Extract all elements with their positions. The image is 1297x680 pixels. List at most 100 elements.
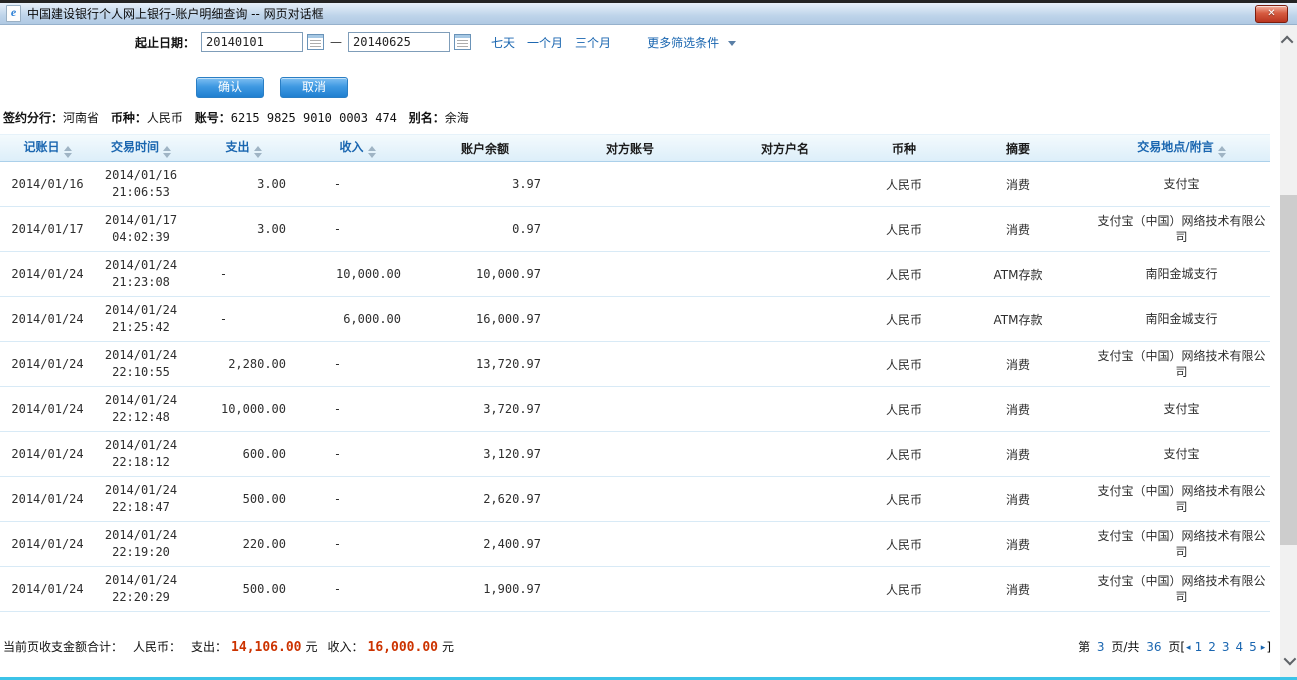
txn-date-line: 2014/01/24 xyxy=(95,527,187,544)
start-date-input[interactable] xyxy=(201,32,303,52)
range-link-3months[interactable]: 三个月 xyxy=(575,34,611,51)
cell-currency: 人民币 xyxy=(865,477,943,522)
scrollbar-thumb[interactable] xyxy=(1280,195,1297,545)
range-link-7days[interactable]: 七天 xyxy=(491,34,515,51)
cell-out: - xyxy=(187,297,300,342)
page-link-5[interactable]: 5 xyxy=(1249,640,1257,654)
account-number-label: 账号： xyxy=(195,111,231,125)
cell-post-date: 2014/01/24 xyxy=(0,477,95,522)
chevron-up-icon xyxy=(1281,35,1294,48)
calendar-icon[interactable] xyxy=(307,34,324,50)
cell-counter-name xyxy=(705,162,865,207)
cell-summary: 消费 xyxy=(943,477,1093,522)
column-header-out[interactable]: 支出 xyxy=(187,135,300,162)
cell-post-date: 2014/01/24 xyxy=(0,432,95,477)
cell-currency: 人民币 xyxy=(865,567,943,612)
cell-post-date: 2014/01/24 xyxy=(0,297,95,342)
cell-place: 支付宝 xyxy=(1093,162,1270,207)
txn-time-line: 22:18:47 xyxy=(95,499,187,516)
column-header-in[interactable]: 收入 xyxy=(300,135,415,162)
cell-counter-account xyxy=(555,432,705,477)
cell-out: 500.00 xyxy=(187,477,300,522)
cell-counter-account xyxy=(555,477,705,522)
cell-place: 支付宝（中国）网络技术有限公司 xyxy=(1093,477,1270,522)
page-link-3[interactable]: 3 xyxy=(1222,640,1230,654)
column-header-txn-time[interactable]: 交易时间 xyxy=(95,135,187,162)
calendar-icon[interactable] xyxy=(454,34,471,50)
scroll-up-button[interactable] xyxy=(1280,31,1297,49)
cell-counter-name xyxy=(705,207,865,252)
totals-out-label: 支出： xyxy=(191,640,227,654)
txn-date-line: 2014/01/24 xyxy=(95,347,187,364)
txn-date-line: 2014/01/16 xyxy=(95,167,187,184)
cell-post-date: 2014/01/24 xyxy=(0,252,95,297)
chevron-down-icon xyxy=(1284,652,1297,665)
column-header-summary: 摘要 xyxy=(943,135,1093,162)
column-header-counter-name: 对方户名 xyxy=(705,135,865,162)
prev-page-icon[interactable]: ◂ xyxy=(1186,643,1191,653)
column-header-balance: 账户余额 xyxy=(415,135,555,162)
cell-in: - xyxy=(300,567,415,612)
transactions-body: 2014/01/16 2014/01/16 21:06:53 3.00 - 3.… xyxy=(0,162,1270,612)
cell-out: - xyxy=(187,252,300,297)
cell-summary: 消费 xyxy=(943,207,1093,252)
cell-balance: 0.97 xyxy=(415,207,555,252)
confirm-button[interactable]: 确认 xyxy=(196,77,264,98)
quick-range-links: 七天 一个月 三个月 xyxy=(491,34,623,51)
cell-currency: 人民币 xyxy=(865,207,943,252)
cell-counter-account xyxy=(555,297,705,342)
column-header-currency: 币种 xyxy=(865,135,943,162)
txn-time-line: 21:06:53 xyxy=(95,184,187,201)
cell-out: 500.00 xyxy=(187,567,300,612)
range-link-1month[interactable]: 一个月 xyxy=(527,34,563,51)
total-pages-number: 36 xyxy=(1146,640,1161,654)
table-row: 2014/01/24 2014/01/24 22:12:48 10,000.00… xyxy=(0,387,1270,432)
cell-place: 支付宝 xyxy=(1093,387,1270,432)
dialog-content: 起止日期： — 七天 一个月 三个月 更多筛选条件 确认 取消 签约分行：河南省… xyxy=(0,25,1297,680)
pagination: 第 3 页/共 36 页[◂12345▸] xyxy=(1078,635,1271,659)
close-button[interactable]: ✕ xyxy=(1255,5,1288,23)
cell-balance: 16,000.97 xyxy=(415,297,555,342)
cancel-button[interactable]: 取消 xyxy=(280,77,348,98)
vertical-scrollbar[interactable] xyxy=(1280,25,1297,677)
sort-icon xyxy=(1218,146,1226,158)
page-link-4[interactable]: 4 xyxy=(1236,640,1244,654)
date-filter-row: 起止日期： — 七天 一个月 三个月 更多筛选条件 xyxy=(135,32,736,52)
currency-label: 币种： xyxy=(111,111,147,125)
page-link-1[interactable]: 1 xyxy=(1195,640,1203,654)
cell-counter-name xyxy=(705,387,865,432)
page-mid: 页/共 xyxy=(1111,640,1139,654)
scroll-down-button[interactable] xyxy=(1280,651,1297,669)
cell-txn-time: 2014/01/24 22:18:47 xyxy=(95,477,187,522)
page-link-2[interactable]: 2 xyxy=(1208,640,1216,654)
current-page-number: 3 xyxy=(1097,640,1105,654)
totals-out-amount: 14,106.00 xyxy=(231,640,301,655)
page-prefix: 第 xyxy=(1078,640,1090,654)
more-filters-dropdown[interactable]: 更多筛选条件 xyxy=(647,34,736,51)
cell-txn-time: 2014/01/17 04:02:39 xyxy=(95,207,187,252)
cell-place: 支付宝（中国）网络技术有限公司 xyxy=(1093,207,1270,252)
page-totals: 当前页收支金额合计：人民币：支出：14,106.00元收入：16,000.00元 xyxy=(3,635,454,659)
txn-date-line: 2014/01/24 xyxy=(95,302,187,319)
cell-in: - xyxy=(300,207,415,252)
alias-label: 别名： xyxy=(409,111,445,125)
cell-post-date: 2014/01/24 xyxy=(0,522,95,567)
column-header-place[interactable]: 交易地点/附言 xyxy=(1093,135,1270,162)
cell-counter-account xyxy=(555,207,705,252)
chevron-down-icon xyxy=(728,41,736,46)
internet-explorer-icon xyxy=(6,5,21,22)
totals-in-label: 收入： xyxy=(328,640,364,654)
end-date-input[interactable] xyxy=(348,32,450,52)
cell-post-date: 2014/01/17 xyxy=(0,207,95,252)
dialog-title: 中国建设银行个人网上银行-账户明细查询 -- 网页对话框 xyxy=(27,5,324,22)
cell-counter-account xyxy=(555,252,705,297)
txn-time-line: 22:19:20 xyxy=(95,544,187,561)
table-row: 2014/01/17 2014/01/17 04:02:39 3.00 - 0.… xyxy=(0,207,1270,252)
table-row: 2014/01/24 2014/01/24 21:23:08 - 10,000.… xyxy=(0,252,1270,297)
cell-counter-name xyxy=(705,432,865,477)
totals-in-amount: 16,000.00 xyxy=(368,640,438,655)
cell-txn-time: 2014/01/24 22:10:55 xyxy=(95,342,187,387)
next-page-icon[interactable]: ▸ xyxy=(1261,643,1266,653)
column-header-post-date[interactable]: 记账日 xyxy=(0,135,95,162)
cell-summary: 消费 xyxy=(943,342,1093,387)
